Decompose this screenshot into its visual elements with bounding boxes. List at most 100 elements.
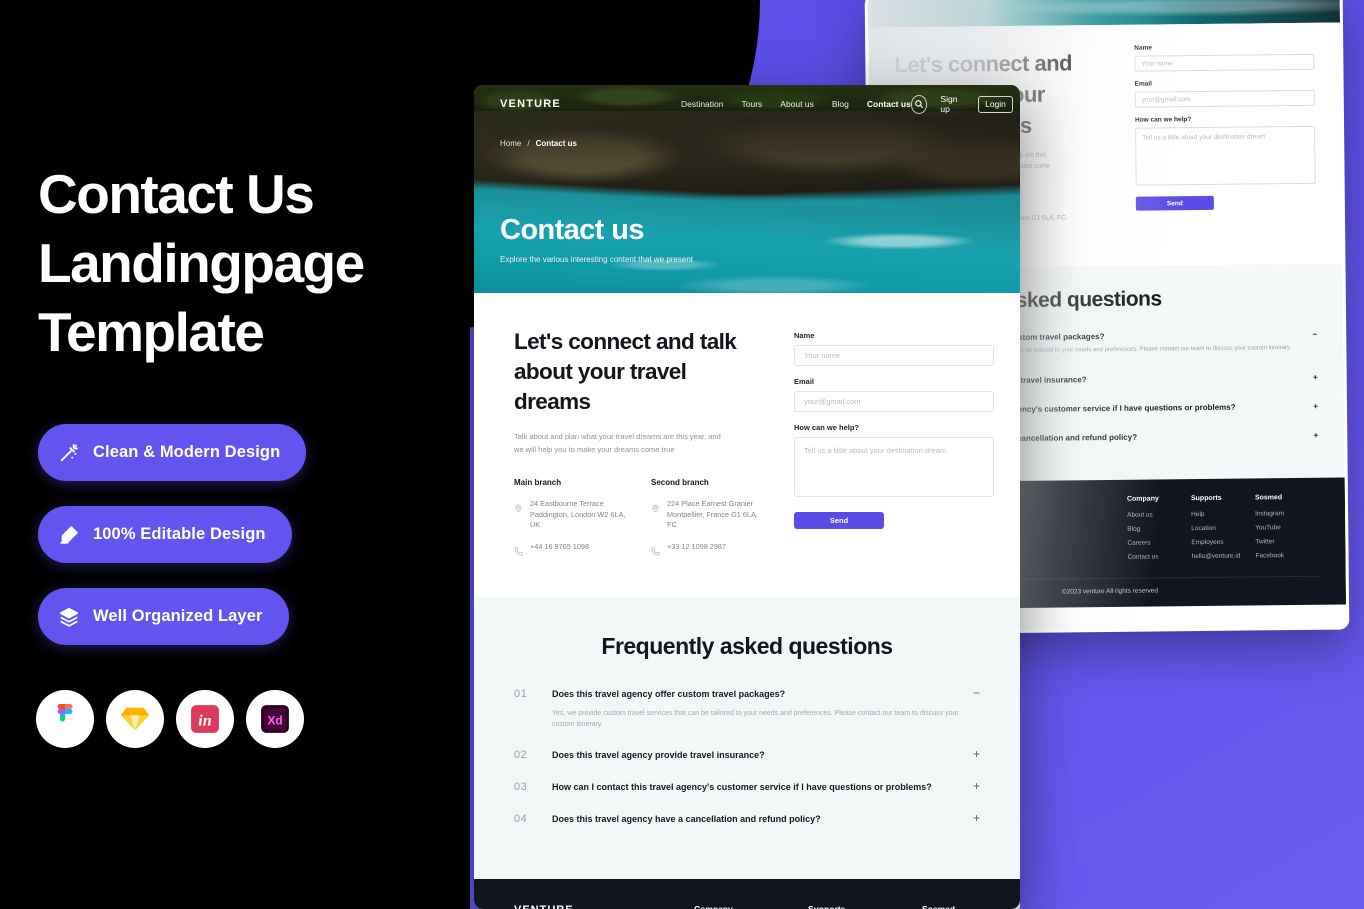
footer-brand: VENTURE Feel and enjoy the beauty of the…	[514, 904, 666, 909]
back-footer-link[interactable]: About us	[1127, 511, 1191, 519]
footer-heading: Supports	[808, 904, 846, 909]
back-footer-link[interactable]: Location	[1191, 524, 1255, 532]
plus-icon[interactable]: +	[970, 780, 980, 792]
faq-section: Frequently asked questions 01 Does this …	[474, 597, 1020, 879]
phone-icon	[651, 543, 660, 556]
hero-banner: VENTURE Destination Tours About us Blog …	[474, 85, 1020, 293]
hero-title: Contact us	[500, 214, 644, 246]
contact-section: Let's connect and talk about your travel…	[474, 293, 1020, 597]
nav-item-destination[interactable]: Destination	[681, 99, 724, 109]
edit-pen-icon	[58, 524, 80, 546]
back-footer-column: Company About us Blog Careers Contact us	[1127, 495, 1192, 568]
badge-clean-modern-design[interactable]: Clean & Modern Design	[38, 424, 307, 481]
message-textarea[interactable]: Tell us a little about your destination …	[794, 437, 994, 497]
faq-item[interactable]: 04 Does this travel agency have a cancel…	[514, 812, 980, 826]
hero-description: Explore the various interesting content …	[500, 255, 693, 264]
magic-wand-icon	[58, 442, 80, 464]
plus-icon[interactable]: +	[1314, 431, 1319, 440]
signup-link[interactable]: Sign up	[940, 94, 965, 114]
footer-heading: Sosmed	[922, 904, 956, 909]
breadcrumb-home[interactable]: Home	[500, 139, 521, 148]
back-footer-link[interactable]: Facebook	[1256, 552, 1320, 559]
phone-icon	[514, 543, 523, 556]
back-name-label: Name	[1134, 44, 1152, 52]
contact-heading: Let's connect and talk about your travel…	[514, 329, 737, 414]
plus-icon[interactable]: +	[1313, 402, 1318, 411]
plus-icon[interactable]: +	[1313, 373, 1318, 382]
contact-info: Let's connect and talk about your travel…	[514, 327, 764, 563]
back-send-button[interactable]: Send	[1135, 195, 1214, 211]
badge-label: Clean & Modern Design	[93, 443, 281, 461]
badge-editable-design[interactable]: 100% Editable Design	[38, 506, 292, 563]
branches: Main branch 24 Eastbourne Terrace Paddin…	[514, 478, 764, 563]
promo-panel: Contact Us Landingpage Template Clean & …	[0, 0, 470, 909]
plus-icon[interactable]: +	[970, 748, 980, 760]
navbar: VENTURE Destination Tours About us Blog …	[474, 85, 1020, 123]
faq-number: 04	[514, 813, 528, 825]
minus-icon[interactable]: −	[1313, 330, 1318, 339]
footer-column-sosmed: Sosmed Instagram YouTube Twitter	[922, 904, 980, 909]
back-name-input[interactable]: Your name	[1134, 53, 1315, 72]
email-label: Email	[794, 377, 815, 386]
branch-title: Second branch	[651, 478, 709, 487]
figma-icon	[36, 690, 94, 748]
minus-icon[interactable]: −	[970, 687, 980, 699]
faq-question: Does this travel agency provide travel i…	[552, 750, 765, 760]
login-button[interactable]: Login	[978, 95, 1013, 113]
back-message-textarea[interactable]: Tell us a little about your destination …	[1135, 125, 1316, 186]
nav-item-tours[interactable]: Tours	[742, 99, 763, 109]
footer-heading: Company	[694, 904, 733, 909]
feature-badges: Clean & Modern Design 100% Editable Desi…	[38, 424, 307, 670]
back-message-label: How can we help?	[1134, 116, 1192, 124]
back-footer-link[interactable]: Blog	[1127, 525, 1191, 533]
faq-question: Does this travel agency have a cancellat…	[552, 814, 821, 824]
back-email-input[interactable]: your@gmail.com	[1134, 89, 1315, 108]
faq-item[interactable]: 01 Does this travel agency offer custom …	[514, 687, 980, 730]
name-label: Name	[794, 331, 815, 340]
breadcrumb-current: Contact us	[535, 139, 577, 148]
send-button[interactable]: Send	[794, 512, 884, 529]
faq-item[interactable]: 02 Does this travel agency provide trave…	[514, 748, 980, 762]
email-input[interactable]: your@gmail.com	[794, 391, 994, 412]
nav-item-blog[interactable]: Blog	[832, 99, 849, 109]
badge-organized-layer[interactable]: Well Organized Layer	[38, 588, 289, 645]
plus-icon[interactable]: +	[970, 812, 980, 824]
back-footer-column: Supports Help Location Employees hello@v…	[1191, 494, 1256, 567]
search-icon[interactable]	[910, 94, 928, 114]
badge-label: Well Organized Layer	[93, 607, 263, 625]
faq-question: Does this travel agency offer custom tra…	[552, 689, 786, 699]
back-footer-heading: Company	[1126, 495, 1159, 503]
back-footer-link[interactable]: Twitter	[1255, 538, 1319, 545]
back-contact-form: Name Your name Email your@gmail.com How …	[1134, 43, 1316, 211]
faq-question: How can I contact this travel agency's c…	[552, 782, 932, 792]
nav-item-contact-us[interactable]: Contact us	[867, 99, 911, 109]
footer: VENTURE Feel and enjoy the beauty of the…	[474, 879, 1020, 909]
map-pin-icon	[651, 500, 660, 513]
back-footer-link[interactable]: Careers	[1127, 539, 1191, 547]
back-footer-link[interactable]: YouTube	[1255, 524, 1319, 531]
footer-column-supports: Supports Help Location Employees	[808, 904, 866, 909]
back-footer-link[interactable]: hello@venture.id	[1192, 552, 1256, 561]
branch-title: Main branch	[514, 478, 562, 487]
name-input[interactable]: Your name	[794, 345, 994, 366]
branch-phone: +33 12 1098 2987	[667, 541, 727, 551]
branch-main: Main branch 24 Eastbourne Terrace Paddin…	[514, 478, 627, 563]
svg-text:in: in	[198, 712, 211, 729]
back-footer-link[interactable]: Instagram	[1255, 510, 1319, 517]
branch-address: 224 Place Earnest Granier Montpellier, F…	[667, 499, 758, 529]
breadcrumb: Home / Contact us	[500, 139, 577, 148]
back-footer-link[interactable]: Help	[1191, 510, 1255, 518]
back-footer-link[interactable]: Contact us	[1128, 553, 1192, 560]
footer-columns: Company About us Blog Careers Supports H…	[694, 904, 980, 909]
branch-phone: +44 16 9765 1098	[530, 541, 590, 551]
invision-icon: in	[176, 690, 234, 748]
faq-number: 01	[514, 688, 528, 700]
back-footer-link[interactable]: Employees	[1191, 538, 1255, 546]
faq-heading: Frequently asked questions	[601, 633, 893, 659]
main-mockup: VENTURE Destination Tours About us Blog …	[474, 85, 1020, 909]
contact-subtext: Talk about and plan what your travel dre…	[514, 432, 721, 454]
faq-item[interactable]: 03 How can I contact this travel agency'…	[514, 780, 980, 794]
nav-item-about-us[interactable]: About us	[780, 99, 814, 109]
brand-logo[interactable]: VENTURE	[500, 98, 561, 110]
branch-address: 24 Eastbourne Terrace Paddington, London…	[530, 499, 626, 529]
